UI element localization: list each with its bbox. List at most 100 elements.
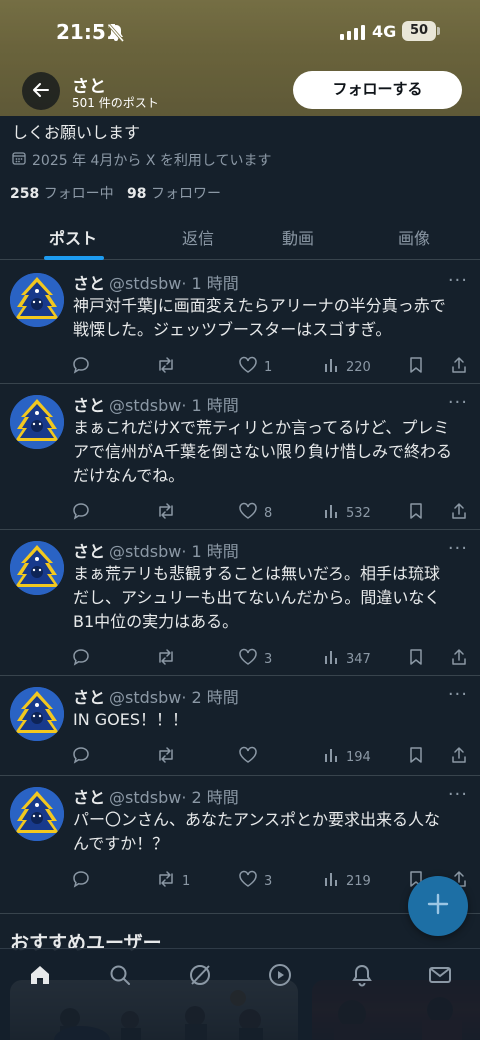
post[interactable]: さと @stdsbw· 1 時間 ··· 神戸対千葉Jに画面変えたらアリーナの半分真っ… (0, 262, 480, 384)
post-author-handle[interactable]: @stdsbw (109, 688, 181, 707)
like-button[interactable]: 1 (238, 356, 272, 378)
post-time[interactable]: · 1 時間 (181, 396, 238, 415)
avatar[interactable] (10, 787, 64, 841)
bookmark-button[interactable] (408, 356, 424, 378)
reply-button[interactable] (72, 648, 96, 670)
status-bar: 21:51 4G 50 (0, 18, 480, 48)
post-time[interactable]: · 1 時間 (181, 542, 238, 561)
post-author-handle[interactable]: @stdsbw (109, 274, 181, 293)
views-button[interactable]: 347 (324, 648, 371, 670)
view-count: 194 (346, 749, 371, 765)
share-button[interactable] (450, 356, 468, 378)
post-header: さと @stdsbw· 2 時間 (73, 684, 239, 708)
more-icon[interactable]: ··· (448, 684, 468, 705)
repost-count: 1 (182, 873, 191, 889)
more-icon[interactable]: ··· (448, 392, 468, 413)
following-link[interactable]: 258 フォロー中 (10, 186, 114, 202)
post-actions: 1 220 (72, 356, 472, 378)
repost-icon (156, 746, 176, 768)
views-button[interactable]: 194 (324, 746, 371, 768)
share-button[interactable] (450, 502, 468, 524)
tab-images[interactable]: 画像 (398, 225, 430, 249)
notifications-icon[interactable] (350, 963, 374, 991)
bar-chart-icon (324, 356, 340, 378)
share-button[interactable] (450, 648, 468, 670)
home-icon[interactable] (28, 963, 52, 991)
post[interactable]: さと @stdsbw· 2 時間 ··· IN GOES！！！ 194 (0, 676, 480, 776)
reply-button[interactable] (72, 356, 96, 378)
post-text: IN GOES！！！ (73, 708, 473, 732)
profile-stats: 258 フォロー中 98 フォロワー (10, 183, 221, 203)
post[interactable]: さと @stdsbw· 1 時間 ··· まぁ荒テリも悲観することは無いだろ。相手は琉… (0, 530, 480, 676)
like-button[interactable]: 3 (238, 870, 272, 892)
share-icon (450, 502, 468, 524)
post[interactable]: さと @stdsbw· 2 時間 ··· パー〇ンさん、あなたアンスポとか要求出来る人… (0, 776, 480, 914)
post-author-name[interactable]: さと (73, 396, 105, 415)
views-button[interactable]: 220 (324, 356, 371, 378)
video-icon[interactable] (268, 963, 292, 991)
grok-icon[interactable] (188, 963, 212, 991)
bookmark-button[interactable] (408, 746, 424, 768)
post-time[interactable]: · 2 時間 (181, 788, 238, 807)
bottom-navigation (0, 948, 480, 1040)
more-icon[interactable]: ··· (448, 270, 468, 291)
battery-icon (437, 27, 440, 35)
heart-icon (238, 648, 258, 670)
following-label: フォロー中 (43, 186, 114, 202)
follow-button[interactable]: フォローする (293, 71, 462, 109)
like-count: 3 (264, 873, 273, 889)
post-author-handle[interactable]: @stdsbw (109, 542, 181, 561)
bar-chart-icon (324, 746, 340, 768)
like-button[interactable]: 8 (238, 502, 272, 524)
messages-icon[interactable] (428, 963, 452, 991)
post-text-line: 戦慄した。ジェッツブースターはスゴすぎ。 (73, 320, 392, 339)
bookmark-button[interactable] (408, 648, 424, 670)
post-author-name[interactable]: さと (73, 542, 105, 561)
tab-replies[interactable]: 返信 (182, 225, 214, 249)
repost-button[interactable]: 1 (156, 870, 190, 892)
like-count: 1 (264, 359, 273, 375)
more-icon[interactable]: ··· (448, 784, 468, 805)
post-text-line: 神戸対千葉Jに画面変えたらアリーナの半分真っ赤で (73, 296, 446, 315)
views-button[interactable]: 219 (324, 870, 371, 892)
post-text-line: アで信州がA千葉を倒さない限り負け惜しみで終わる (73, 442, 452, 461)
search-icon[interactable] (108, 963, 132, 991)
post-author-name[interactable]: さと (73, 274, 105, 293)
bookmark-button[interactable] (408, 502, 424, 524)
reply-button[interactable] (72, 502, 96, 524)
avatar[interactable] (10, 395, 64, 449)
reply-button[interactable] (72, 746, 96, 768)
post-author-handle[interactable]: @stdsbw (109, 788, 181, 807)
more-icon[interactable]: ··· (448, 538, 468, 559)
tab-posts[interactable]: ポスト (49, 225, 97, 249)
like-button[interactable]: 3 (238, 648, 272, 670)
like-button[interactable] (238, 746, 264, 768)
post-author-name[interactable]: さと (73, 688, 105, 707)
avatar[interactable] (10, 273, 64, 327)
post-author-name[interactable]: さと (73, 788, 105, 807)
compose-button[interactable] (408, 876, 468, 936)
back-button[interactable] (22, 72, 60, 110)
tab-videos[interactable]: 動画 (282, 225, 314, 249)
like-count: 8 (264, 505, 273, 521)
post-text-line: IN GOES！！！ (73, 710, 189, 729)
followers-link[interactable]: 98 フォロワー (127, 186, 221, 202)
post-author-handle[interactable]: @stdsbw (109, 396, 181, 415)
post-text-line: まぁこれだけXで荒ティリとか言ってるけど、プレミ (73, 418, 450, 437)
views-button[interactable]: 532 (324, 502, 371, 524)
post-time[interactable]: · 1 時間 (181, 274, 238, 293)
post-header: さと @stdsbw· 1 時間 (73, 270, 239, 294)
repost-button[interactable] (156, 502, 182, 524)
post-text-line: だけなんでね。 (73, 466, 185, 485)
repost-icon (156, 648, 176, 670)
repost-button[interactable] (156, 746, 182, 768)
avatar[interactable] (10, 687, 64, 741)
avatar[interactable] (10, 541, 64, 595)
reply-button[interactable] (72, 870, 96, 892)
repost-button[interactable] (156, 356, 182, 378)
share-button[interactable] (450, 746, 468, 768)
post-time[interactable]: · 2 時間 (181, 688, 238, 707)
post[interactable]: さと @stdsbw· 1 時間 ··· まぁこれだけXで荒ティリとか言ってるけど、プ… (0, 384, 480, 530)
network-type: 4G (372, 22, 397, 41)
repost-button[interactable] (156, 648, 182, 670)
